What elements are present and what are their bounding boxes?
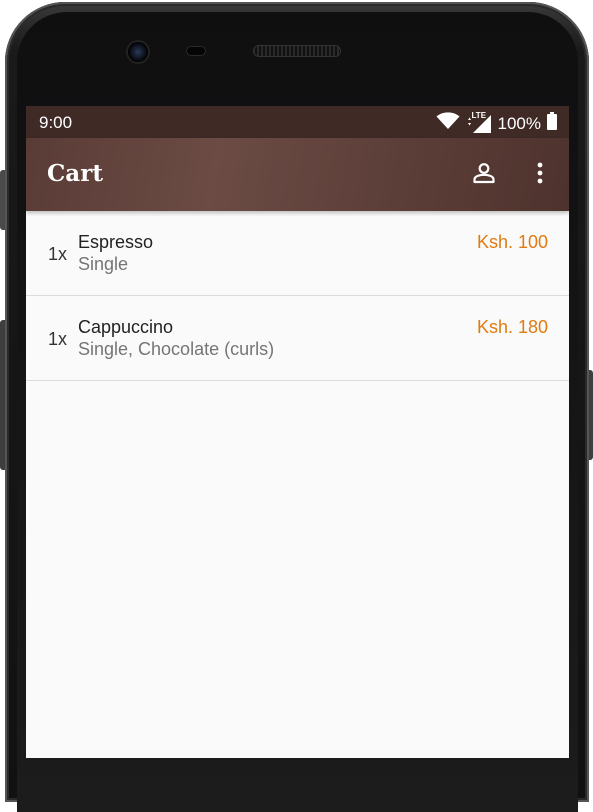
front-camera [128, 42, 148, 62]
item-options: Single [78, 254, 129, 274]
account-button[interactable] [469, 160, 499, 190]
lte-signal-icon: LTE [466, 110, 492, 134]
cart-item[interactable]: 1x Espresso Single Ksh. 100 [26, 211, 569, 296]
item-price: Ksh. 180 [476, 317, 548, 337]
wifi-icon [436, 112, 460, 135]
page-title: Cart [47, 160, 103, 187]
earpiece-speaker [253, 45, 341, 57]
lte-label: LTE [471, 110, 487, 120]
status-icons: LTE 100% [436, 110, 557, 135]
battery-icon [547, 112, 557, 135]
item-options: Single, Chocolate (curls) [78, 339, 275, 359]
account-icon [472, 161, 496, 190]
app-bar: Cart [26, 138, 569, 211]
status-time: 9:00 [39, 113, 73, 132]
item-name: Cappuccino [78, 317, 174, 337]
more-vert-icon [536, 161, 544, 190]
battery-percent: 100% [497, 113, 541, 133]
item-name: Espresso [78, 232, 154, 252]
item-quantity: 1x [48, 329, 68, 349]
status-bar: 9:00 LTE 100% [26, 106, 569, 138]
more-options-button[interactable] [525, 160, 555, 190]
cart-list: 1x Espresso Single Ksh. 100 1x Cappuccin… [26, 211, 569, 381]
item-price: Ksh. 100 [476, 232, 548, 252]
item-quantity: 1x [48, 244, 68, 264]
proximity-sensor [186, 46, 206, 56]
cart-item[interactable]: 1x Cappuccino Single, Chocolate (curls) … [26, 296, 569, 381]
screen: 9:00 LTE 100% Cart 1x Espresso Single Ks… [26, 106, 569, 758]
phone-frame: 9:00 LTE 100% Cart 1x Espresso Single Ks… [0, 0, 593, 812]
